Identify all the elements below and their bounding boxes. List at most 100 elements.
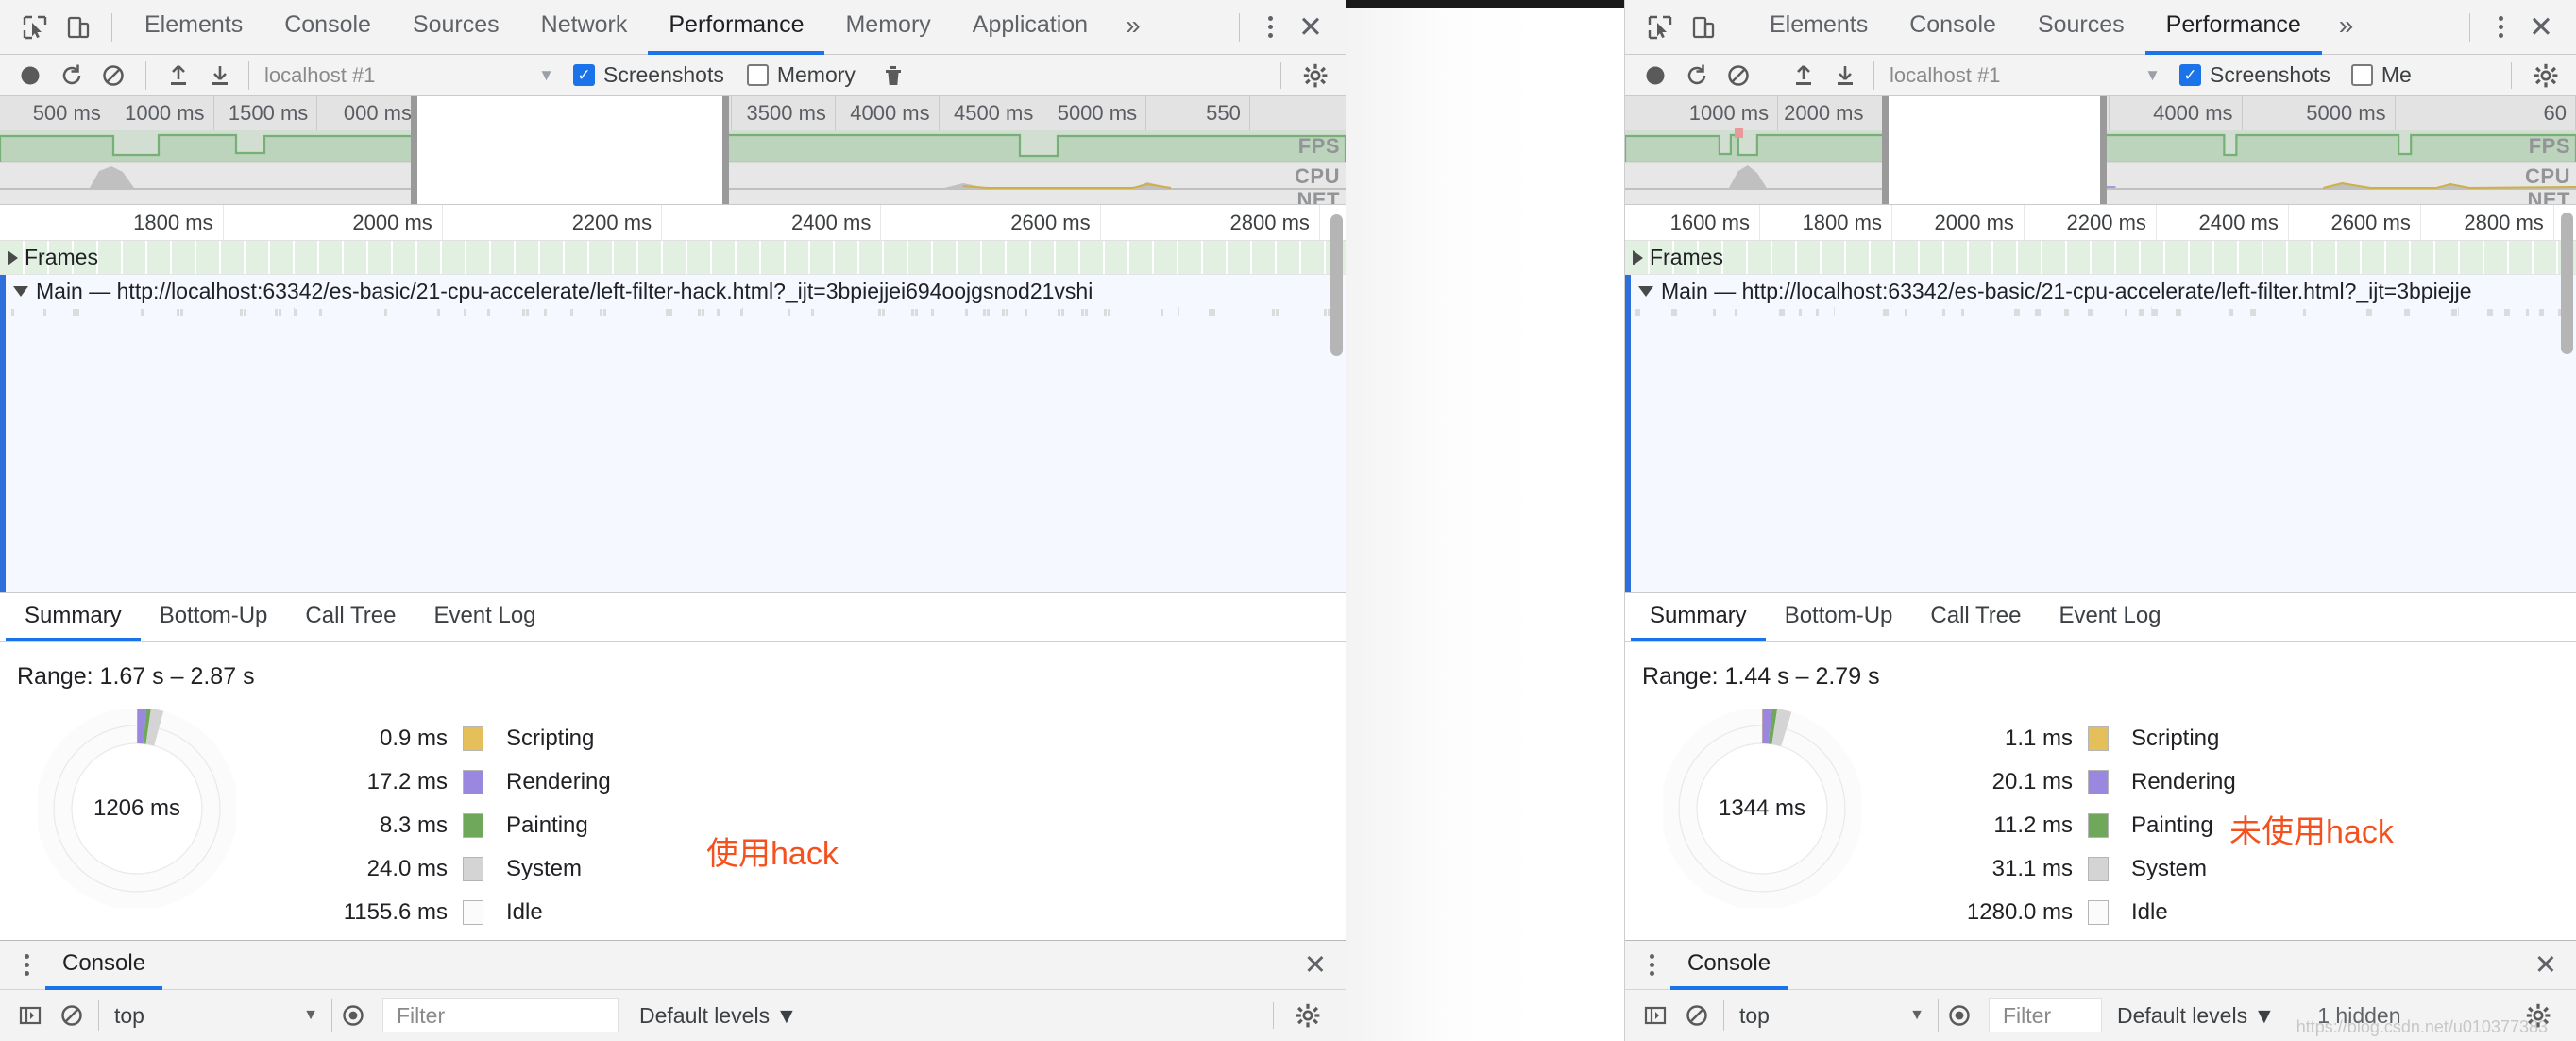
close-icon[interactable]: ✕ bbox=[2534, 948, 2576, 981]
close-icon[interactable]: ✕ bbox=[1289, 9, 1332, 46]
subtab-summary[interactable]: Summary bbox=[1631, 593, 1766, 641]
right-detail-timeline[interactable]: 1600 ms 1800 ms 2000 ms 2200 ms 2400 ms … bbox=[1625, 205, 2576, 593]
console-filter-input[interactable]: Filter bbox=[1989, 998, 2102, 1032]
save-profile-icon[interactable] bbox=[199, 60, 241, 92]
trash-icon[interactable] bbox=[873, 60, 914, 92]
subtab-call-tree[interactable]: Call Tree bbox=[1911, 593, 2040, 641]
subtab-call-tree[interactable]: Call Tree bbox=[286, 593, 415, 641]
screenshots-checkbox[interactable] bbox=[2179, 64, 2201, 86]
gear-icon[interactable] bbox=[2525, 60, 2567, 92]
tab-console[interactable]: Console bbox=[1889, 0, 2017, 55]
session-selector[interactable]: localhost #1 ▼ bbox=[1873, 60, 2176, 90]
frames-label-group[interactable]: Frames bbox=[1625, 245, 1723, 270]
console-levels-dropdown[interactable]: Default levels ▼ bbox=[2117, 1003, 2275, 1029]
console-sidebar-icon[interactable] bbox=[9, 999, 51, 1032]
subtab-summary[interactable]: Summary bbox=[6, 593, 141, 641]
detail-tick: 2200 ms bbox=[571, 211, 652, 234]
memory-toggle[interactable]: Memory bbox=[746, 62, 856, 88]
console-context-selector[interactable]: top ▼ bbox=[1723, 1000, 1936, 1031]
legend-value: 1280.0 ms bbox=[1966, 899, 2073, 925]
live-expression-icon[interactable] bbox=[1938, 999, 1979, 1032]
tab-sources[interactable]: Sources bbox=[2017, 0, 2145, 55]
drawer-tab-console[interactable]: Console bbox=[45, 941, 163, 990]
memory-toggle[interactable]: Me bbox=[2350, 62, 2412, 88]
tab-sources[interactable]: Sources bbox=[392, 0, 520, 55]
right-detail-ruler: 1600 ms 1800 ms 2000 ms 2200 ms 2400 ms … bbox=[1625, 205, 2576, 241]
tab-application[interactable]: Application bbox=[952, 0, 1109, 55]
device-toolbar-icon[interactable] bbox=[1682, 9, 1725, 46]
memory-checkbox[interactable] bbox=[2350, 64, 2373, 86]
close-icon[interactable]: ✕ bbox=[1304, 948, 1346, 981]
chevron-right-icon[interactable] bbox=[8, 249, 18, 265]
clear-recording-icon[interactable] bbox=[93, 60, 134, 92]
chevron-down-icon[interactable]: ▼ bbox=[1909, 1007, 1936, 1024]
console-filter-input[interactable]: Filter bbox=[382, 998, 619, 1032]
load-profile-icon[interactable] bbox=[1783, 60, 1824, 92]
inspect-cursor-icon[interactable] bbox=[13, 9, 57, 46]
memory-checkbox[interactable] bbox=[746, 64, 769, 86]
clear-console-icon[interactable] bbox=[1676, 999, 1718, 1032]
tab-performance[interactable]: Performance bbox=[2144, 0, 2322, 55]
gear-icon[interactable] bbox=[1295, 60, 1336, 92]
save-profile-icon[interactable] bbox=[1824, 60, 1866, 92]
record-circle-icon[interactable] bbox=[1635, 60, 1676, 92]
frames-track[interactable]: Frames bbox=[0, 241, 1346, 275]
subtab-event-log[interactable]: Event Log bbox=[2040, 593, 2179, 641]
reload-record-icon[interactable] bbox=[1676, 60, 1718, 92]
clear-recording-icon[interactable] bbox=[1718, 60, 1759, 92]
tab-performance[interactable]: Performance bbox=[648, 0, 825, 55]
console-sidebar-icon[interactable] bbox=[1635, 999, 1676, 1032]
subtab-event-log[interactable]: Event Log bbox=[415, 593, 554, 641]
more-tabs-button[interactable]: » bbox=[1109, 0, 1158, 55]
screenshots-toggle[interactable]: Screenshots bbox=[2179, 62, 2330, 88]
main-track-header[interactable]: Main — http://localhost:63342/es-basic/2… bbox=[0, 275, 1346, 307]
clear-console-icon[interactable] bbox=[51, 999, 93, 1032]
record-circle-icon[interactable] bbox=[9, 60, 51, 92]
chevron-down-icon[interactable]: ▼ bbox=[303, 1007, 330, 1024]
tab-memory[interactable]: Memory bbox=[824, 0, 951, 55]
chevron-down-icon[interactable] bbox=[1638, 285, 1653, 297]
load-profile-icon[interactable] bbox=[158, 60, 199, 92]
kebab-menu-icon[interactable] bbox=[8, 947, 45, 984]
frames-label-group[interactable]: Frames bbox=[0, 245, 98, 270]
console-levels-dropdown[interactable]: Default levels ▼ bbox=[639, 1003, 797, 1029]
left-detail-timeline[interactable]: 1800 ms 2000 ms 2200 ms 2400 ms 2600 ms … bbox=[0, 205, 1346, 593]
chevron-down-icon[interactable] bbox=[13, 285, 28, 297]
subtab-bottom-up[interactable]: Bottom-Up bbox=[141, 593, 287, 641]
chevron-down-icon[interactable]: ▼ bbox=[2129, 66, 2176, 85]
frames-track[interactable]: Frames bbox=[1625, 241, 2576, 275]
legend-swatch-idle bbox=[2088, 900, 2109, 925]
main-track-header[interactable]: Main — http://localhost:63342/es-basic/2… bbox=[1625, 275, 2576, 307]
overview-selection-window[interactable] bbox=[1881, 96, 2107, 204]
live-expression-icon[interactable] bbox=[331, 999, 373, 1032]
detail-tick: 1800 ms bbox=[133, 211, 213, 234]
reload-record-icon[interactable] bbox=[51, 60, 93, 92]
legend-value: 24.0 ms bbox=[366, 856, 448, 881]
more-tabs-button[interactable]: » bbox=[2322, 0, 2371, 55]
range-label: Range: 1.67 s – 2.87 s bbox=[17, 663, 255, 690]
drawer-tab-console[interactable]: Console bbox=[1670, 941, 1788, 990]
tab-elements[interactable]: Elements bbox=[124, 0, 263, 55]
device-toolbar-icon[interactable] bbox=[57, 9, 100, 46]
kebab-menu-icon[interactable] bbox=[1633, 947, 1670, 984]
overview-selection-window[interactable] bbox=[410, 96, 730, 204]
close-icon[interactable]: ✕ bbox=[2519, 9, 2563, 46]
detail-vertical-scrollbar[interactable] bbox=[1330, 214, 1343, 356]
screenshots-toggle[interactable]: Screenshots bbox=[573, 62, 724, 88]
tab-elements[interactable]: Elements bbox=[1749, 0, 1889, 55]
tab-console[interactable]: Console bbox=[263, 0, 392, 55]
kebab-menu-icon[interactable] bbox=[2482, 9, 2519, 46]
kebab-menu-icon[interactable] bbox=[1251, 9, 1289, 46]
inspect-cursor-icon[interactable] bbox=[1638, 9, 1682, 46]
chevron-right-icon[interactable] bbox=[1633, 249, 1643, 265]
session-selector[interactable]: localhost #1 ▼ bbox=[248, 60, 569, 90]
chevron-down-icon[interactable]: ▼ bbox=[523, 66, 569, 85]
screenshots-checkbox[interactable] bbox=[573, 64, 595, 86]
right-overview[interactable]: 1000 ms 2000 ms 3000 ns 4000 ms 5000 ms … bbox=[1625, 96, 2576, 205]
console-context-selector[interactable]: top ▼ bbox=[98, 1000, 330, 1031]
tab-network[interactable]: Network bbox=[520, 0, 649, 55]
left-overview[interactable]: 500 ms 1000 ms 1500 ms 000 ms 2500 ms 30… bbox=[0, 96, 1346, 205]
subtab-bottom-up[interactable]: Bottom-Up bbox=[1766, 593, 1912, 641]
gear-icon[interactable] bbox=[1287, 999, 1329, 1032]
detail-vertical-scrollbar[interactable] bbox=[2561, 213, 2573, 354]
